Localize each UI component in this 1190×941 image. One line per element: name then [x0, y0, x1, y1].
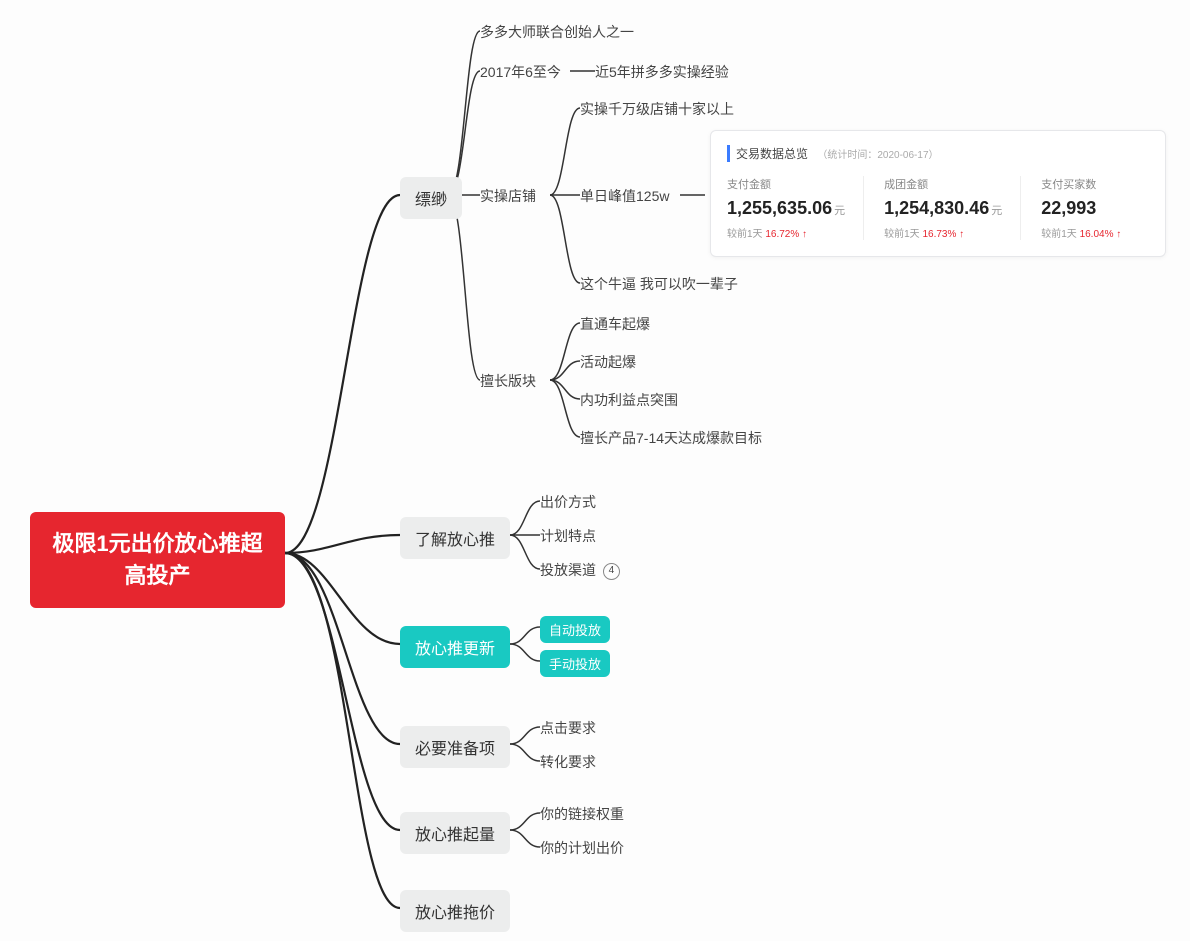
- node-liaojie[interactable]: 了解放心推: [400, 517, 510, 559]
- node-tuojia[interactable]: 放心推拖价: [400, 890, 510, 932]
- label: 擅长产品7-14天达成爆款目标: [580, 430, 762, 446]
- node-piaomiao[interactable]: 缥缈: [400, 177, 462, 219]
- label: 擅长版块: [480, 373, 536, 389]
- node-gx1[interactable]: 自动投放: [540, 616, 610, 643]
- arrow-up-icon: ↑: [1116, 229, 1121, 240]
- arrow-up-icon: ↑: [802, 229, 807, 240]
- label: 缥缈: [415, 192, 447, 209]
- stat-label: 支付金额: [727, 176, 845, 192]
- label: 自动投放: [549, 623, 601, 638]
- stat-value: 1,254,830.46: [884, 198, 989, 218]
- label: 活动起爆: [580, 354, 636, 370]
- node-peak125w[interactable]: 单日峰值125w: [580, 186, 669, 206]
- stat-label: 成团金额: [884, 176, 1002, 192]
- delta-prefix: 较前1天: [1041, 229, 1077, 240]
- node-s2[interactable]: 活动起爆: [580, 352, 636, 372]
- label: 放心推更新: [415, 641, 495, 658]
- delta-prefix: 较前1天: [727, 229, 763, 240]
- node-skills[interactable]: 擅长版块: [480, 371, 536, 391]
- node-qiliang[interactable]: 放心推起量: [400, 812, 510, 854]
- node-s4[interactable]: 擅长产品7-14天达成爆款目标: [580, 428, 762, 448]
- label: 出价方式: [540, 494, 596, 510]
- stat-value: 22,993: [1041, 198, 1096, 218]
- stat-unit: 元: [991, 205, 1002, 217]
- root-node[interactable]: 极限1元出价放心推超高投产: [30, 512, 285, 608]
- label: 你的计划出价: [540, 840, 624, 856]
- label: 直通车起爆: [580, 316, 650, 332]
- label: 转化要求: [540, 754, 596, 770]
- stat-col-3: 支付买家数 22,993 较前1天 16.04% ↑: [1041, 176, 1121, 240]
- delta-prefix: 较前1天: [884, 229, 920, 240]
- label: 实操千万级店铺十家以上: [580, 101, 734, 117]
- stat-unit: 元: [834, 205, 845, 217]
- stat-col-1: 支付金额 1,255,635.06元 较前1天 16.72% ↑: [727, 176, 864, 240]
- stat-col-2: 成团金额 1,254,830.46元 较前1天 16.73% ↑: [884, 176, 1021, 240]
- node-zb2[interactable]: 转化要求: [540, 752, 596, 772]
- label: 计划特点: [540, 528, 596, 544]
- label: 投放渠道: [540, 562, 596, 578]
- delta-value: 16.72%: [765, 229, 799, 240]
- node-lj3[interactable]: 投放渠道 4: [540, 560, 620, 580]
- root-text: 极限1元出价放心推超高投产: [52, 531, 262, 588]
- arrow-up-icon: ↑: [959, 229, 964, 240]
- node-lj2[interactable]: 计划特点: [540, 526, 596, 546]
- node-zb1[interactable]: 点击要求: [540, 718, 596, 738]
- node-cofounder[interactable]: 多多大师联合创始人之一: [480, 22, 634, 42]
- label: 内功利益点突围: [580, 392, 678, 408]
- label: 这个牛逼 我可以吹一辈子: [580, 276, 738, 292]
- label: 点击要求: [540, 720, 596, 736]
- delta-value: 16.73%: [922, 229, 956, 240]
- card-title-text: 交易数据总览: [736, 147, 808, 161]
- label: 多多大师联合创始人之一: [480, 24, 634, 40]
- card-title: 交易数据总览 （统计时间：2020-06-17）: [727, 145, 1147, 162]
- delta-value: 16.04%: [1080, 229, 1114, 240]
- node-s3[interactable]: 内功利益点突围: [580, 390, 678, 410]
- node-ql1[interactable]: 你的链接权重: [540, 804, 624, 824]
- badge-count-icon: 4: [603, 563, 620, 580]
- node-2017[interactable]: 2017年6至今: [480, 62, 561, 82]
- label: 实操店铺: [480, 188, 536, 204]
- label: 手动投放: [549, 657, 601, 672]
- node-shop[interactable]: 实操店铺: [480, 186, 536, 206]
- node-lj1[interactable]: 出价方式: [540, 492, 596, 512]
- stats-card: 交易数据总览 （统计时间：2020-06-17） 支付金额 1,255,635.…: [710, 130, 1166, 257]
- stat-label: 支付买家数: [1041, 176, 1121, 192]
- label: 2017年6至今: [480, 64, 561, 80]
- label: 近5年拼多多实操经验: [595, 64, 729, 80]
- label: 了解放心推: [415, 532, 495, 549]
- node-5years[interactable]: 近5年拼多多实操经验: [595, 62, 729, 82]
- node-10shops[interactable]: 实操千万级店铺十家以上: [580, 99, 734, 119]
- node-ql2[interactable]: 你的计划出价: [540, 838, 624, 858]
- node-gx2[interactable]: 手动投放: [540, 650, 610, 677]
- label: 放心推起量: [415, 827, 495, 844]
- node-brag[interactable]: 这个牛逼 我可以吹一辈子: [580, 274, 738, 294]
- label: 你的链接权重: [540, 806, 624, 822]
- stat-value: 1,255,635.06: [727, 198, 832, 218]
- node-s1[interactable]: 直通车起爆: [580, 314, 650, 334]
- card-subtitle: （统计时间：2020-06-17）: [817, 150, 938, 161]
- label: 必要准备项: [415, 741, 495, 758]
- label: 单日峰值125w: [580, 188, 669, 204]
- node-gengxin[interactable]: 放心推更新: [400, 626, 510, 668]
- node-zhunbei[interactable]: 必要准备项: [400, 726, 510, 768]
- label: 放心推拖价: [415, 905, 495, 922]
